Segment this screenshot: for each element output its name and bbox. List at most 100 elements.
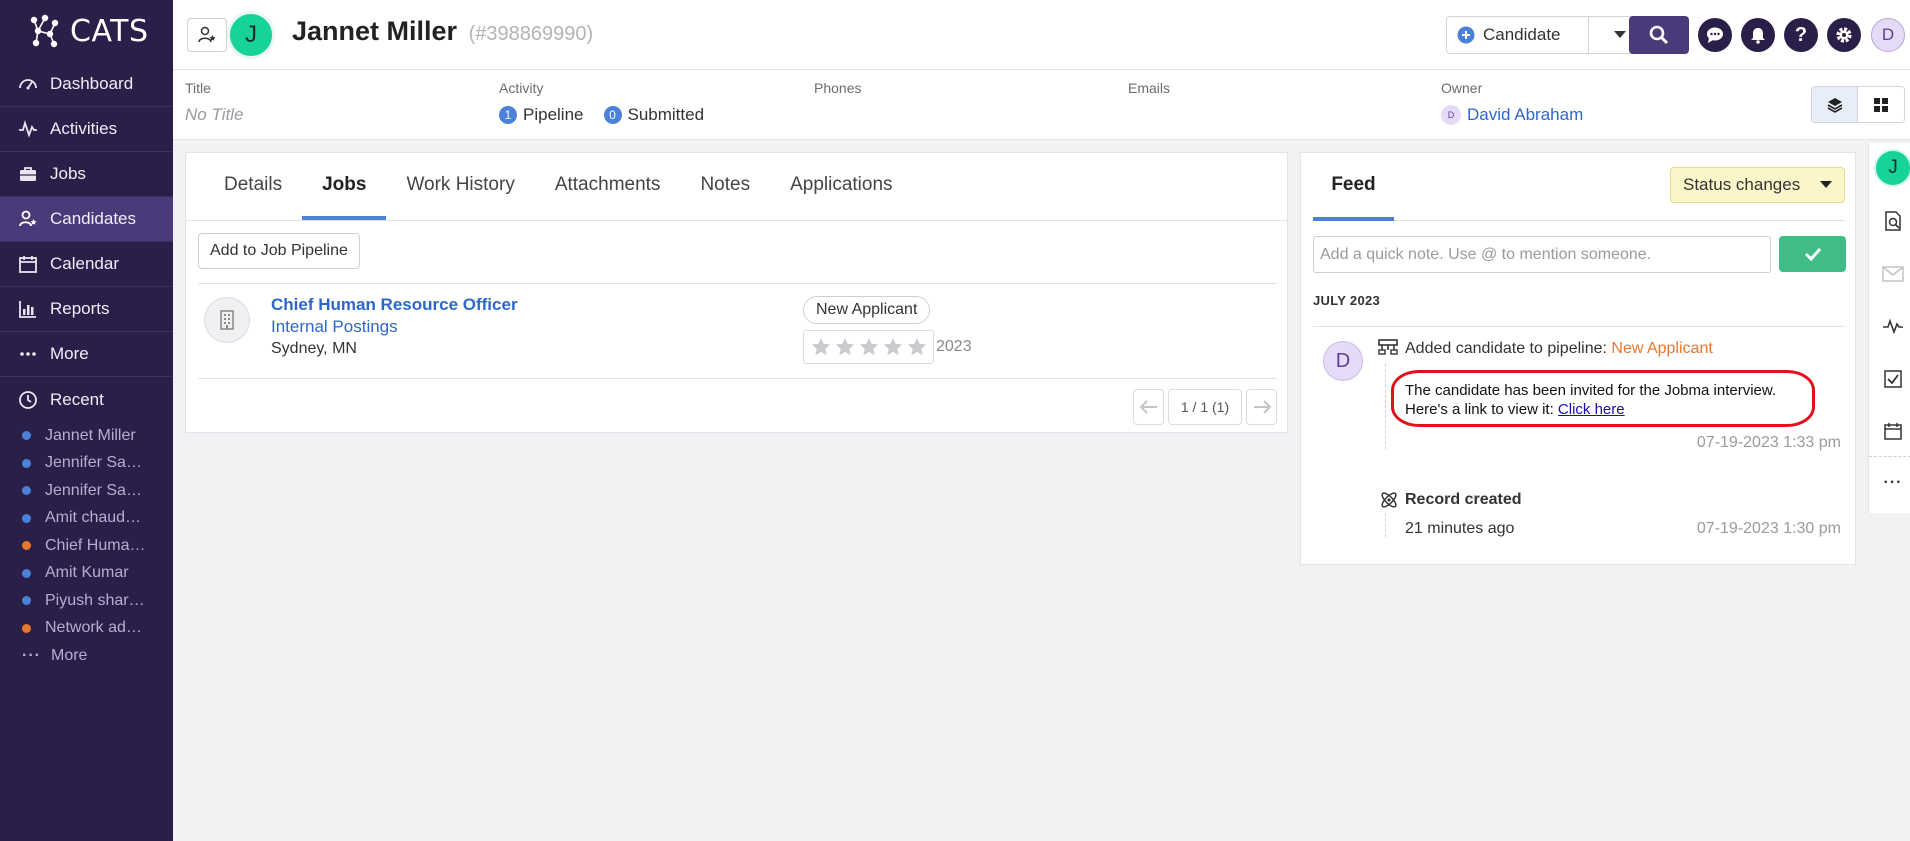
- star-icon[interactable]: [834, 336, 856, 358]
- user-avatar-button[interactable]: D: [1871, 18, 1905, 52]
- cats-logo-icon: [30, 14, 59, 48]
- grid-view-button[interactable]: [1858, 87, 1904, 122]
- sidebar-item-label: Calendar: [50, 254, 119, 273]
- user-star-icon: [198, 26, 216, 43]
- grid-icon: [1874, 97, 1888, 112]
- tab-notes[interactable]: Notes: [680, 153, 770, 220]
- rail-more-button[interactable]: ···: [1881, 471, 1905, 495]
- event-record-created: Record created: [1405, 491, 1522, 508]
- chat-button[interactable]: [1698, 18, 1732, 52]
- sidebar-item-candidates[interactable]: Candidates: [0, 197, 173, 242]
- recent-item-label: Chief Huma…: [45, 536, 146, 554]
- recent-item[interactable]: Jennifer Sa…: [0, 450, 173, 478]
- record-tabs-panel: Details Jobs Work History Attachments No…: [185, 152, 1288, 433]
- rating-stars[interactable]: [803, 330, 934, 364]
- emails-label: Emails: [1128, 80, 1171, 96]
- rail-calendar-button[interactable]: [1881, 419, 1905, 443]
- recent-item-label: Network ad…: [45, 619, 142, 637]
- record-header: J Jannet Miller (#398869990) Candidate ?…: [173, 0, 1910, 70]
- sidebar-item-label: Candidates: [50, 209, 137, 228]
- click-here-link[interactable]: Click here: [1558, 401, 1625, 418]
- recent-item-label: Piyush shar…: [45, 591, 145, 609]
- candidate-menu-button[interactable]: [187, 18, 227, 52]
- recent-header: Recent: [0, 377, 173, 422]
- recent-item-label: Amit Kumar: [45, 564, 129, 582]
- tab-feed[interactable]: Feed: [1313, 153, 1394, 221]
- owner-avatar: D: [1441, 105, 1461, 125]
- pipeline-link[interactable]: Pipeline: [523, 105, 584, 125]
- pipeline-status-button[interactable]: New Applicant: [803, 296, 931, 324]
- layout-toggle: [1811, 86, 1905, 123]
- emails-field: Emails: [1128, 80, 1170, 96]
- tab-applications[interactable]: Applications: [770, 153, 912, 220]
- search-button[interactable]: [1629, 16, 1689, 54]
- bell-icon: [1751, 28, 1765, 44]
- rail-email-button[interactable]: [1881, 262, 1905, 286]
- chat-icon: [1707, 27, 1723, 43]
- event-record-relative-time: 21 minutes ago: [1405, 520, 1515, 537]
- star-icon[interactable]: [906, 336, 928, 358]
- tab-work-history[interactable]: Work History: [386, 153, 534, 220]
- sidebar-item-activities[interactable]: Activities: [0, 107, 173, 152]
- atom-icon: [1381, 492, 1397, 508]
- recent-item[interactable]: Chief Huma…: [0, 532, 173, 560]
- settings-button[interactable]: [1827, 18, 1861, 52]
- tab-details[interactable]: Details: [204, 153, 302, 220]
- recent-item[interactable]: Amit Kumar: [0, 560, 173, 588]
- recent-item[interactable]: Piyush shar…: [0, 587, 173, 615]
- quick-add-dropdown[interactable]: Candidate: [1446, 16, 1652, 54]
- stacked-view-button[interactable]: [1812, 87, 1858, 122]
- quick-note-input[interactable]: [1313, 236, 1771, 273]
- recent-item[interactable]: Jennifer Sa…: [0, 477, 173, 505]
- event-record-date: 07-19-2023 1:30 pm: [1696, 520, 1841, 537]
- star-icon[interactable]: [810, 336, 832, 358]
- add-to-job-pipeline-button[interactable]: Add to Job Pipeline: [198, 233, 360, 269]
- feed-panel: Feed Status changes JULY 2023 D Added ca…: [1300, 152, 1856, 565]
- feed-filter-label: Status changes: [1683, 175, 1801, 194]
- sidebar-item-label: Jobs: [50, 164, 86, 183]
- app-logo[interactable]: CATS: [0, 0, 173, 62]
- recent-item[interactable]: Jannet Miller: [0, 422, 173, 450]
- event-pipeline-status: New Applicant: [1611, 340, 1713, 357]
- owner-link[interactable]: David Abraham: [1467, 105, 1583, 125]
- star-icon[interactable]: [858, 336, 880, 358]
- star-icon[interactable]: [882, 336, 904, 358]
- notifications-button[interactable]: [1741, 18, 1775, 52]
- prev-page-button[interactable]: [1133, 389, 1164, 425]
- tab-jobs[interactable]: Jobs: [302, 153, 387, 220]
- rail-candidate-avatar[interactable]: J: [1874, 149, 1910, 187]
- pipeline-count-badge: 1: [499, 106, 517, 124]
- recent-item[interactable]: Amit chaud…: [0, 505, 173, 533]
- submit-note-button[interactable]: [1779, 236, 1846, 272]
- tab-attachments[interactable]: Attachments: [535, 153, 681, 220]
- rail-task-button[interactable]: [1881, 367, 1905, 391]
- submitted-link[interactable]: Submitted: [628, 105, 705, 125]
- recent-type-dot: [22, 596, 31, 606]
- job-title-link[interactable]: Chief Human Resource Officer: [271, 295, 518, 315]
- quick-add-label: Candidate: [1483, 25, 1561, 44]
- dashboard-icon: [19, 79, 37, 90]
- sidebar-item-more[interactable]: More: [0, 332, 173, 377]
- sidebar-item-dashboard[interactable]: Dashboard: [0, 62, 173, 107]
- recent-item-label: Jannet Miller: [45, 426, 136, 444]
- page-indicator: 1 / 1 (1): [1168, 389, 1242, 425]
- feed-filter-dropdown[interactable]: Status changes: [1670, 167, 1845, 203]
- month-divider: [1313, 326, 1845, 327]
- more-dots-icon: ···: [1883, 474, 1903, 491]
- sidebar-item-calendar[interactable]: Calendar: [0, 242, 173, 287]
- rail-document-search-button[interactable]: [1881, 209, 1905, 233]
- sidebar-item-jobs[interactable]: Jobs: [0, 152, 173, 197]
- recent-more-link[interactable]: ··· More: [0, 642, 173, 669]
- job-company-link[interactable]: Internal Postings: [271, 317, 398, 337]
- event-message: The candidate has been invited for the J…: [1405, 381, 1815, 419]
- rail-activity-button[interactable]: [1881, 314, 1905, 338]
- help-button[interactable]: ?: [1784, 18, 1818, 52]
- candidate-avatar: J: [227, 11, 275, 59]
- logo-text: CATS: [70, 13, 149, 49]
- job-location: Sydney, MN: [271, 340, 357, 357]
- recent-type-dot: [22, 458, 31, 468]
- recent-item[interactable]: Network ad…: [0, 615, 173, 643]
- quick-add-button[interactable]: Candidate: [1447, 17, 1589, 53]
- next-page-button[interactable]: [1246, 389, 1277, 425]
- sidebar-item-reports[interactable]: Reports: [0, 287, 173, 332]
